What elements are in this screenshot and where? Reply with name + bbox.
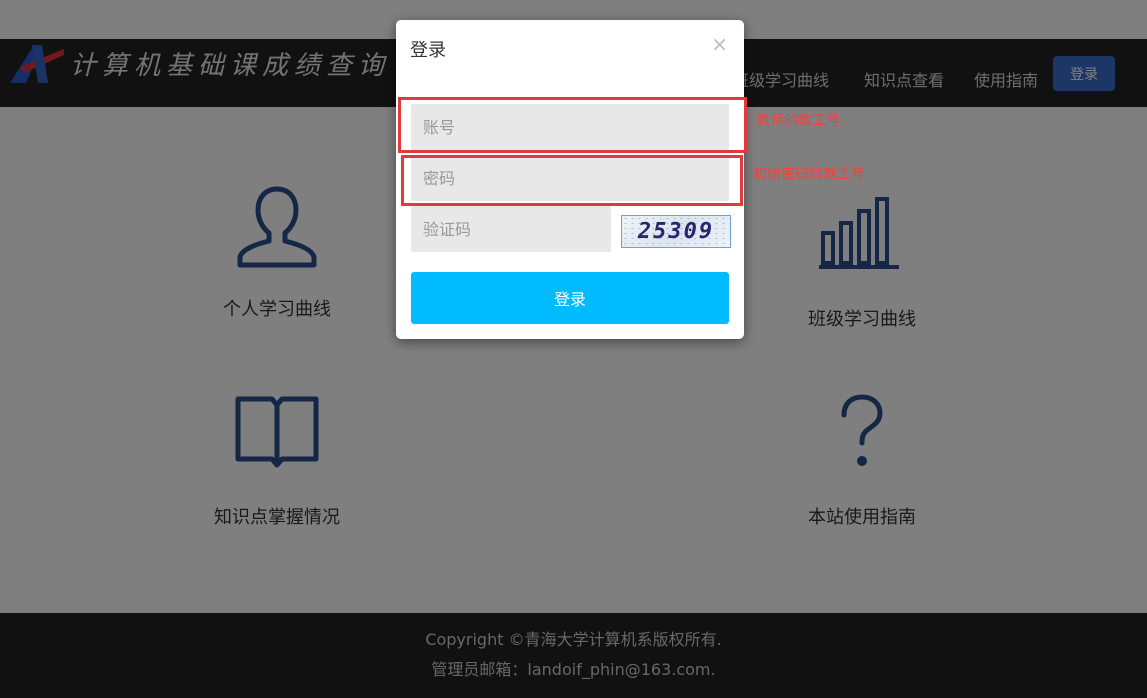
captcha-code: 25309 [637,219,715,244]
captcha-input[interactable] [411,206,611,252]
login-submit-button[interactable]: 登录 [411,272,729,324]
account-highlight [398,97,747,153]
password-highlight [401,155,743,206]
account-note: 教师的教工号 [756,113,840,129]
captcha-image[interactable]: 25309 [621,215,731,248]
password-note: 初始密码同教工号 [753,167,865,183]
close-icon[interactable]: × [711,34,728,54]
modal-title: 登录 [410,40,446,61]
